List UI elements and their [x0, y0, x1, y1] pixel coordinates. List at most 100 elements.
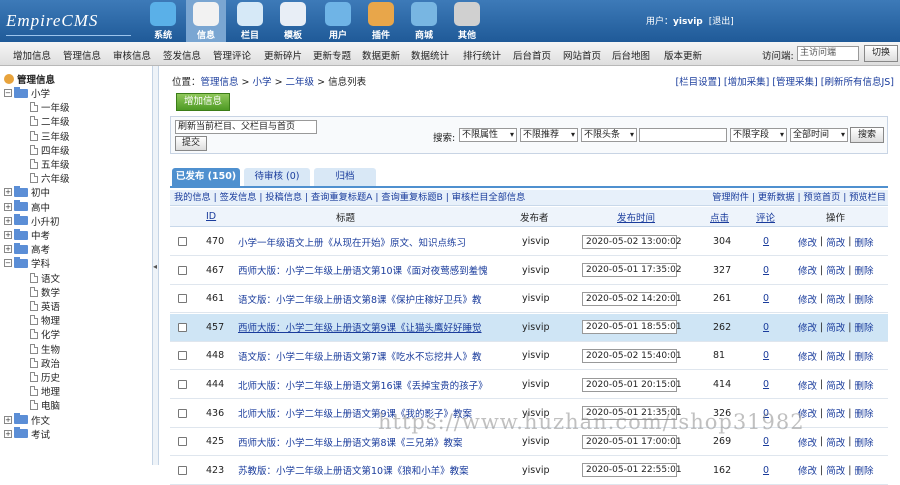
expand-toggle-icon[interactable]: +	[4, 216, 12, 225]
top-action-links[interactable]: [栏目设置] [增加采集] [管理采集] [刷新所有信息JS]	[675, 74, 894, 88]
breadcrumb-item-primary[interactable]: 小学	[253, 77, 272, 88]
tree-node[interactable]: 二年级	[30, 114, 70, 128]
info-filter-links[interactable]: 我的信息 | 签发信息 | 投稿信息 | 查询重复标题A | 查询重复标题B |…	[174, 190, 525, 206]
row-checkbox[interactable]	[178, 437, 187, 447]
tree-node[interactable]: + 初中	[4, 185, 50, 199]
collapse-toggle-icon[interactable]: −	[4, 89, 12, 97]
delete-link[interactable]: 删除	[855, 235, 874, 249]
quick-edit-link[interactable]: 简改	[826, 263, 845, 277]
row-time-field[interactable]: 2020-05-02 14:20:01	[582, 291, 682, 306]
row-checkbox[interactable]	[178, 380, 187, 389]
tree-node[interactable]: + 作文	[4, 413, 50, 427]
expand-toggle-icon[interactable]: +	[4, 188, 12, 197]
tree-node[interactable]: 英语	[30, 299, 60, 313]
delete-link[interactable]: 删除	[855, 435, 874, 449]
expand-toggle-icon[interactable]: +	[4, 202, 12, 211]
menu-item[interactable]: 数据更新	[362, 48, 400, 62]
menu-item[interactable]: 审核信息	[113, 48, 151, 62]
row-time-field[interactable]: 2020-05-01 22:55:01	[582, 463, 682, 478]
row-checkbox[interactable]	[178, 322, 187, 332]
menu-item[interactable]: 管理信息	[63, 48, 101, 62]
quick-edit-link[interactable]: 简改	[826, 320, 845, 334]
edit-link[interactable]: 修改	[798, 463, 817, 477]
row-checkbox[interactable]	[178, 351, 187, 361]
quick-edit-link[interactable]: 简改	[826, 235, 845, 249]
delete-link[interactable]: 删除	[855, 263, 874, 277]
row-time-field[interactable]: 2020-05-01 20:15:01	[582, 377, 682, 392]
row-title-link[interactable]: 西师大版：小学二年级上册语文第10课《面对夜莺感到羞愧	[238, 263, 488, 277]
breadcrumb-item-manage[interactable]: 管理信息	[201, 77, 239, 88]
row-checkbox[interactable]	[178, 294, 187, 304]
row-time-field[interactable]: 2020-05-01 18:55:01	[582, 320, 682, 335]
tree-node[interactable]: 生物	[30, 342, 60, 356]
attribute-select[interactable]: 不限属性	[459, 128, 517, 142]
menu-item[interactable]: 网站首页	[563, 48, 601, 62]
breadcrumb-item-grade2[interactable]: 二年级	[286, 77, 315, 88]
search-input[interactable]	[639, 128, 727, 142]
nav-gear-button[interactable]: 其他	[447, 0, 487, 42]
expand-toggle-icon[interactable]: +	[4, 245, 12, 254]
tree-node[interactable]: 历史	[30, 370, 60, 384]
menu-item[interactable]: 版本更新	[664, 48, 702, 62]
submit-button[interactable]: 提交	[175, 136, 207, 151]
row-comments-link[interactable]: 0	[763, 293, 769, 304]
visit-endpoint-select[interactable]: 主访问端	[797, 46, 859, 61]
tree-node[interactable]: 数学	[30, 285, 60, 299]
quick-edit-link[interactable]: 简改	[826, 349, 845, 363]
edit-link[interactable]: 修改	[798, 320, 817, 334]
delete-link[interactable]: 删除	[855, 463, 874, 477]
menu-item[interactable]: 后台地图	[612, 48, 650, 62]
field-select[interactable]: 不限字段	[730, 128, 787, 142]
menu-item[interactable]: 更新专题	[313, 48, 351, 62]
row-comments-link[interactable]: 0	[763, 350, 769, 361]
headline-select[interactable]: 不限头条	[581, 128, 637, 142]
tab-published[interactable]: 已发布 (150)	[172, 168, 240, 186]
time-select[interactable]: 全部时间	[790, 128, 848, 142]
tree-node[interactable]: 地理	[30, 384, 60, 398]
delete-link[interactable]: 删除	[855, 378, 874, 392]
nav-template-button[interactable]: 模板	[273, 0, 313, 42]
row-title-link[interactable]: 苏教版：小学二年级上册语文第10课《狼和小羊》教案	[238, 463, 469, 477]
sort-comments-link[interactable]: 评论	[756, 210, 775, 224]
nav-globe-button[interactable]: 系统	[143, 0, 183, 42]
row-checkbox[interactable]	[178, 465, 187, 475]
tree-root[interactable]: 管理信息	[4, 72, 55, 86]
quick-edit-link[interactable]: 简改	[826, 435, 845, 449]
expand-toggle-icon[interactable]: +	[4, 429, 12, 438]
info-tool-links[interactable]: 管理附件 | 更新数据 | 预览首页 | 预览栏目	[712, 190, 886, 206]
quick-edit-link[interactable]: 简改	[826, 406, 845, 420]
row-title-link[interactable]: 西师大版：小学二年级上册语文第8课《三兄弟》教案	[238, 435, 463, 449]
tree-node[interactable]: 六年级	[30, 171, 70, 185]
menu-item[interactable]: 数据统计	[411, 48, 449, 62]
tree-node[interactable]: 物理	[30, 313, 60, 327]
tree-node[interactable]: 语文	[30, 271, 60, 285]
refresh-scope-select[interactable]: 刷新当前栏目、父栏目与首页	[175, 120, 317, 134]
tree-node[interactable]: + 考试	[4, 427, 50, 441]
nav-tools-button[interactable]: 插件	[361, 0, 401, 42]
edit-link[interactable]: 修改	[798, 435, 817, 449]
tree-node[interactable]: + 高考	[4, 242, 50, 256]
quick-edit-link[interactable]: 简改	[826, 463, 845, 477]
row-comments-link[interactable]: 0	[763, 322, 769, 333]
expand-toggle-icon[interactable]: +	[4, 231, 12, 239]
row-time-field[interactable]: 2020-05-01 21:35:01	[582, 406, 682, 421]
row-title-link[interactable]: 北师大版：小学二年级上册语文第9课《我的影子》教案	[238, 406, 472, 420]
menu-item[interactable]: 管理评论	[213, 48, 251, 62]
tree-node[interactable]: 四年级	[30, 143, 70, 157]
row-time-field[interactable]: 2020-05-02 15:40:01	[582, 348, 682, 363]
tree-node[interactable]: 一年级	[30, 100, 70, 114]
menu-item[interactable]: 排行统计	[463, 48, 501, 62]
tree-node[interactable]: 化学	[30, 327, 60, 341]
recommend-select[interactable]: 不限推荐	[520, 128, 578, 142]
delete-link[interactable]: 删除	[855, 320, 874, 334]
row-comments-link[interactable]: 0	[763, 265, 769, 276]
row-comments-link[interactable]: 0	[763, 436, 769, 447]
row-title-link[interactable]: 语文版：小学二年级上册语文第7课《吃水不忘挖井人》教	[238, 349, 482, 363]
row-comments-link[interactable]: 0	[763, 236, 769, 247]
menu-item[interactable]: 签发信息	[163, 48, 201, 62]
sort-clicks-link[interactable]: 点击	[710, 210, 729, 224]
row-comments-link[interactable]: 0	[763, 379, 769, 390]
row-title-link[interactable]: 语文版：小学二年级上册语文第8课《保护庄稼好卫兵》教	[238, 292, 482, 306]
tree-node[interactable]: 电脑	[30, 398, 60, 412]
row-time-field[interactable]: 2020-05-02 13:00:02	[582, 234, 682, 249]
